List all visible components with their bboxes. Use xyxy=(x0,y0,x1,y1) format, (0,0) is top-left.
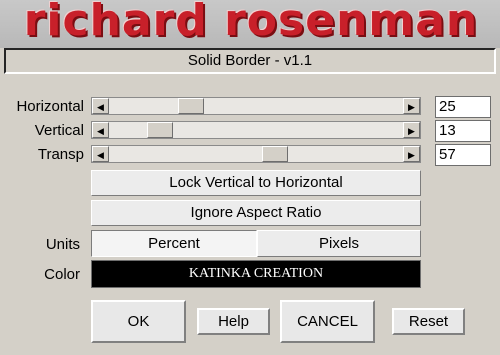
vertical-slider[interactable]: ◀ ▶ xyxy=(91,121,421,139)
right-arrow-icon[interactable]: ▶ xyxy=(403,122,420,138)
transp-label: Transp xyxy=(37,146,84,163)
units-percent-option[interactable]: Percent xyxy=(91,230,257,257)
slider-thumb[interactable] xyxy=(178,98,204,114)
units-label: Units xyxy=(45,236,80,253)
slider-thumb[interactable] xyxy=(147,122,173,138)
lock-vertical-button[interactable]: Lock Vertical to Horizontal xyxy=(91,170,421,196)
ok-button[interactable]: OK xyxy=(91,300,186,343)
horizontal-value[interactable]: 25 xyxy=(435,96,491,118)
slider-thumb[interactable] xyxy=(262,146,288,162)
units-pixels-option[interactable]: Pixels xyxy=(257,230,421,257)
horizontal-label: Horizontal xyxy=(16,98,84,115)
color-swatch[interactable]: KATINKA CREATION xyxy=(91,260,421,288)
left-arrow-icon[interactable]: ◀ xyxy=(92,98,109,114)
horizontal-slider[interactable]: ◀ ▶ xyxy=(91,97,421,115)
left-arrow-icon[interactable]: ◀ xyxy=(92,122,109,138)
left-arrow-icon[interactable]: ◀ xyxy=(92,146,109,162)
vertical-label: Vertical xyxy=(34,122,84,139)
logo: richard rosenman xyxy=(23,0,479,46)
cancel-button[interactable]: CANCEL xyxy=(280,300,375,343)
right-arrow-icon[interactable]: ▶ xyxy=(403,98,420,114)
header-banner: richard rosenman xyxy=(0,0,500,48)
vertical-value[interactable]: 13 xyxy=(435,120,491,142)
ignore-aspect-ratio-button[interactable]: Ignore Aspect Ratio xyxy=(91,200,421,226)
transp-value[interactable]: 57 xyxy=(435,144,491,166)
help-button[interactable]: Help xyxy=(197,308,270,335)
right-arrow-icon[interactable]: ▶ xyxy=(403,146,420,162)
reset-button[interactable]: Reset xyxy=(392,308,465,335)
transp-slider[interactable]: ◀ ▶ xyxy=(91,145,421,163)
dialog-title: Solid Border - v1.1 xyxy=(4,48,496,74)
color-label: Color xyxy=(44,266,80,283)
